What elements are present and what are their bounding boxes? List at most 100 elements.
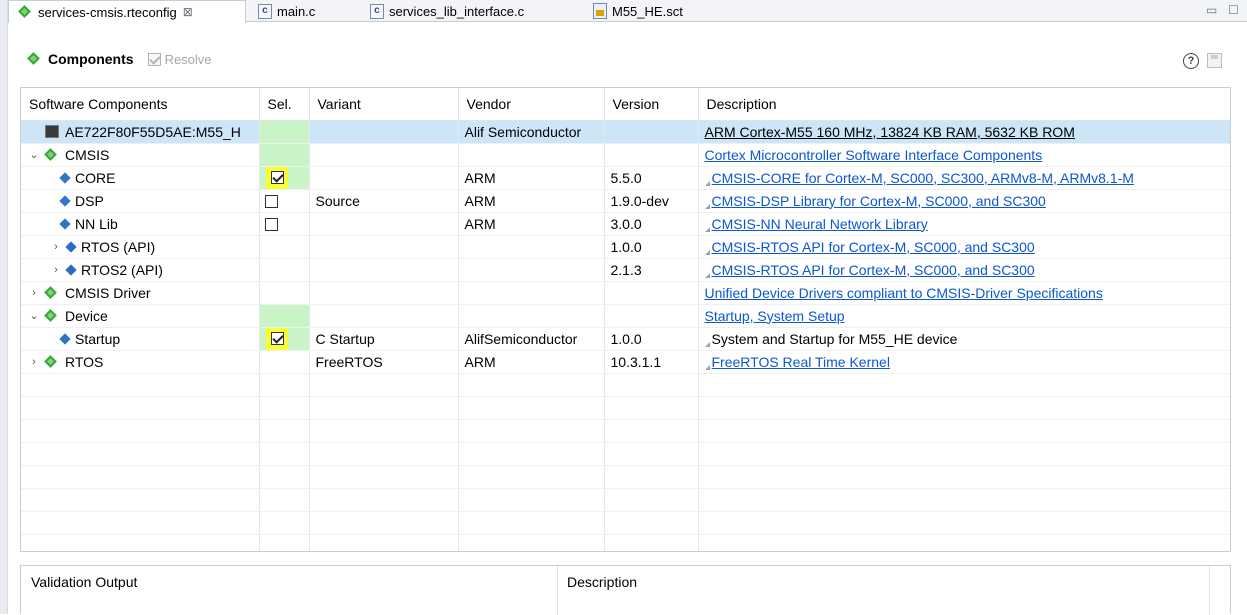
component-name: CMSIS [65,146,110,163]
description-link[interactable]: CMSIS-CORE for Cortex-M, SC000, SC300, A… [712,170,1134,186]
col-header-vendor[interactable]: Vendor [458,88,605,121]
description-link[interactable]: CMSIS-DSP Library for Cortex-M, SC000, a… [712,193,1046,209]
component-name: Device [65,307,108,324]
resolve-label: Resolve [164,51,212,67]
sel-highlight [265,327,288,349]
component-diamond-icon [65,263,77,276]
variant-cell[interactable]: FreeRTOS [309,350,459,374]
components-gem-icon [26,51,42,67]
variant-cell[interactable]: C Startup [309,327,459,351]
component-name: DSP [75,192,104,209]
description-text: System and Startup for M55_HE device [711,330,958,347]
column-divider [557,566,558,615]
table-row[interactable]: › CMSIS Driver Unified Device Drivers com… [21,281,1230,305]
col-header-version[interactable]: Version [604,88,699,121]
chip-icon [45,125,59,138]
table-row[interactable]: CORE ARM 5.5.0 CMSIS-CORE for Cortex-M, … [21,166,1230,190]
variant-cell [309,120,459,144]
variant-cell [309,166,459,190]
maximize-icon[interactable]: ☐ [1228,3,1239,17]
sel-cell [259,350,310,374]
component-class-gem-icon [43,147,59,163]
tab-m55-he-sct[interactable]: M55_HE.sct [593,0,683,22]
empty-row [21,511,1230,535]
sel-cell [259,281,310,305]
variant-cell [309,143,459,167]
component-name: RTOS [65,353,104,370]
description-link[interactable]: Cortex Microcontroller Software Interfac… [705,147,1043,163]
empty-row [21,419,1230,443]
empty-row [21,465,1230,489]
close-icon[interactable]: ⊠ [183,5,193,19]
description-link[interactable]: CMSIS-RTOS API for Cortex-M, SC000, and … [712,262,1035,278]
table-row[interactable]: NN Lib ARM 3.0.0 CMSIS-NN Neural Network… [21,212,1230,236]
chevron-right-icon[interactable]: › [49,264,63,276]
resolve-button[interactable]: Resolve [147,51,212,67]
variant-cell [309,281,459,305]
select-checkbox[interactable] [270,170,284,184]
components-toolbar: Components Resolve ? [8,23,1247,85]
vendor-cell: ARM [458,212,605,236]
version-cell: 3.0.0 [604,212,699,236]
chevron-down-icon[interactable]: ⌄ [27,309,41,322]
table-row[interactable]: ⌄ Device Startup, System Setup [21,304,1230,328]
sel-cell [259,120,310,144]
component-diamond-icon [59,171,71,184]
vendor-cell: ARM [458,166,605,190]
save-icon[interactable] [1207,53,1222,68]
c-file-icon: c [370,3,384,19]
help-icon[interactable]: ? [1183,53,1199,69]
select-checkbox[interactable] [270,331,284,345]
vendor-cell [458,304,605,328]
col-header-software-components[interactable]: Software Components [21,88,260,121]
description-link[interactable]: Unified Device Drivers compliant to CMSI… [705,285,1103,301]
description-cell[interactable]: ARM Cortex-M55 160 MHz, 13824 KB RAM, 56… [698,120,1230,144]
col-header-description[interactable]: Description [698,88,1230,121]
version-cell: 10.3.1.1 [604,350,699,374]
components-header: Components Resolve [24,51,212,67]
tab-services-lib-interface-c[interactable]: c services_lib_interface.c [370,0,524,22]
select-checkbox[interactable] [264,195,278,209]
description-link[interactable]: Startup, System Setup [705,308,845,324]
vendor-cell [458,258,605,282]
corner-marker-icon [704,180,710,186]
table-row[interactable]: DSP Source ARM 1.9.0-dev CMSIS-DSP Libra… [21,189,1230,213]
tab-services-cmsis-rteconfig[interactable]: services-cmsis.rteconfig ⊠ [8,0,246,23]
table-row[interactable]: › RTOS FreeRTOS ARM 10.3.1.1 FreeRTOS Rea… [21,350,1230,374]
sel-highlight [265,166,288,188]
empty-row [21,396,1230,420]
description-link[interactable]: CMSIS-NN Neural Network Library [712,216,928,232]
table-row[interactable]: › RTOS (API) 1.0.0 CMSIS-RTOS API for Cor… [21,235,1230,259]
component-name: NN Lib [75,215,118,232]
validation-output-header[interactable]: Validation Output [31,574,137,590]
vendor-cell: AlifSemiconductor [458,327,605,351]
variant-cell[interactable]: Source [309,189,459,213]
component-name: AE722F80F55D5AE:M55_H [65,123,241,140]
table-row[interactable]: › RTOS2 (API) 2.1.3 CMSIS-RTOS API for Co… [21,258,1230,282]
chevron-right-icon[interactable]: › [27,287,41,299]
empty-row [21,442,1230,466]
validation-description-header[interactable]: Description [567,574,637,590]
components-title: Components [48,51,134,67]
chevron-right-icon[interactable]: › [49,241,63,253]
chevron-down-icon[interactable]: ⌄ [27,148,41,161]
table-row[interactable]: ⌄ CMSIS Cortex Microcontroller Software I… [21,143,1230,167]
col-header-variant[interactable]: Variant [309,88,459,121]
resolve-check-icon [147,52,161,66]
col-header-sel[interactable]: Sel. [259,88,310,121]
sel-cell [259,235,310,259]
table-header-row: Software Components Sel. Variant Vendor … [21,88,1230,121]
table-row[interactable]: Startup C Startup AlifSemiconductor 1.0.… [21,327,1230,351]
validation-panel: Validation Output Description [20,565,1231,615]
table-row[interactable]: AE722F80F55D5AE:M55_H Alif Semiconductor… [21,120,1230,144]
component-diamond-icon [59,194,71,207]
tab-main-c[interactable]: c main.c [258,0,315,22]
select-checkbox[interactable] [264,218,278,232]
chevron-right-icon[interactable]: › [27,356,41,368]
description-link[interactable]: FreeRTOS Real Time Kernel [712,354,890,370]
minimize-icon[interactable]: ▭ [1206,3,1217,17]
empty-row [21,373,1230,397]
description-link[interactable]: CMSIS-RTOS API for Cortex-M, SC000, and … [712,239,1035,255]
tab-label: main.c [277,3,316,19]
version-cell [604,143,699,167]
